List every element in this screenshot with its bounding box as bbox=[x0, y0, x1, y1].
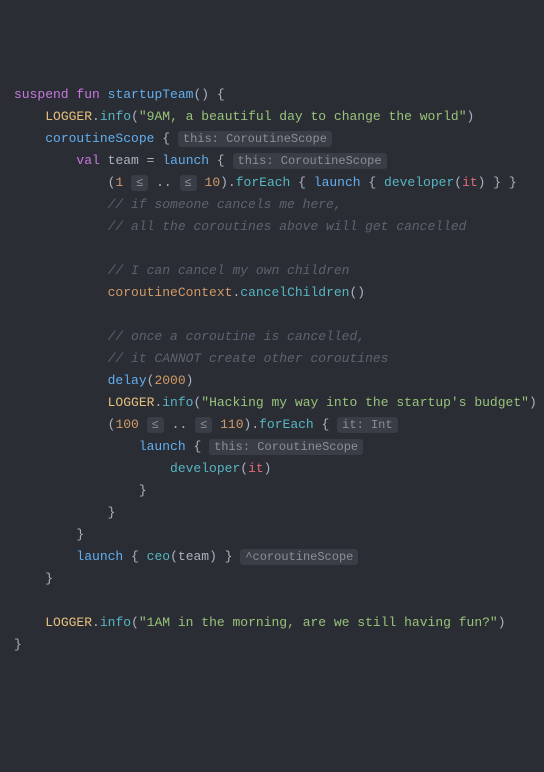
inlay-hint: this: CoroutineScope bbox=[178, 131, 332, 147]
line-16: (100 ≤ .. ≤ 110).forEach { it: Int bbox=[14, 417, 398, 432]
line-10: coroutineContext.cancelChildren() bbox=[14, 285, 365, 300]
line-26: } bbox=[14, 637, 22, 652]
line-17: launch { this: CoroutineScope bbox=[14, 439, 363, 454]
line-15: LOGGER.info("Hacking my way into the sta… bbox=[14, 395, 537, 410]
line-23: } bbox=[14, 571, 53, 586]
line-18: developer(it) bbox=[14, 461, 271, 476]
op-le-icon: ≤ bbox=[180, 175, 197, 191]
line-8 bbox=[14, 241, 22, 256]
line-20: } bbox=[14, 505, 115, 520]
inlay-hint: this: CoroutineScope bbox=[233, 153, 387, 169]
op-le-icon: ≤ bbox=[131, 175, 148, 191]
line-11 bbox=[14, 307, 22, 322]
line-2: LOGGER.info("9AM, a beautiful day to cha… bbox=[14, 109, 474, 124]
line-9: // I can cancel my own children bbox=[14, 263, 349, 278]
line-6: // if someone cancels me here, bbox=[14, 197, 342, 212]
line-1: suspend fun startupTeam() { bbox=[14, 87, 225, 102]
line-25: LOGGER.info("1AM in the morning, are we … bbox=[14, 615, 506, 630]
op-le-icon: ≤ bbox=[147, 417, 164, 433]
code-editor: suspend fun startupTeam() { LOGGER.info(… bbox=[14, 84, 530, 656]
inlay-hint: this: CoroutineScope bbox=[209, 439, 363, 455]
line-7: // all the coroutines above will get can… bbox=[14, 219, 466, 234]
line-19: } bbox=[14, 483, 147, 498]
line-5: (1 ≤ .. ≤ 10).forEach { launch { develop… bbox=[14, 175, 517, 190]
line-22: launch { ceo(team) } ^coroutineScope bbox=[14, 549, 358, 564]
line-24 bbox=[14, 593, 22, 608]
line-4: val team = launch { this: CoroutineScope bbox=[14, 153, 387, 168]
line-13: // it CANNOT create other coroutines bbox=[14, 351, 388, 366]
inlay-hint: it: Int bbox=[337, 417, 397, 433]
inlay-hint: ^coroutineScope bbox=[240, 549, 358, 565]
line-3: coroutineScope { this: CoroutineScope bbox=[14, 131, 332, 146]
line-21: } bbox=[14, 527, 84, 542]
line-14: delay(2000) bbox=[14, 373, 193, 388]
line-12: // once a coroutine is cancelled, bbox=[14, 329, 365, 344]
op-le-icon: ≤ bbox=[195, 417, 212, 433]
